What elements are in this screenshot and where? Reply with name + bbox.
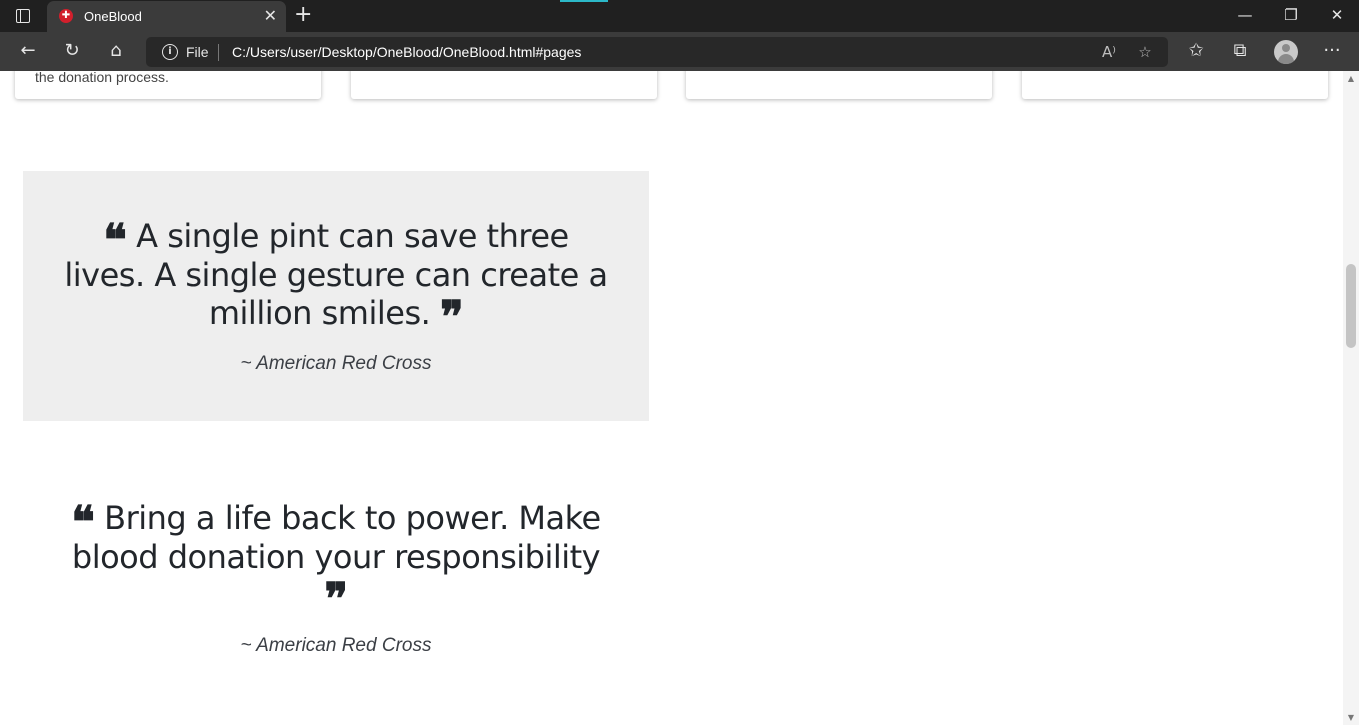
new-tab-icon[interactable]: +	[294, 4, 312, 26]
close-quote-icon: ❞	[439, 292, 464, 343]
scroll-up-icon[interactable]: ▲	[1343, 74, 1359, 83]
quote-card: ❝ A single pint can save three lives. A …	[23, 171, 649, 421]
info-card	[686, 71, 992, 99]
restore-icon[interactable]: ❐	[1281, 5, 1301, 25]
back-icon[interactable]: ←	[16, 40, 40, 62]
tab-actions-icon[interactable]	[14, 7, 32, 25]
more-options-icon[interactable]: ···	[1320, 40, 1344, 62]
quote-body: Bring a life back to power. Make blood d…	[71, 499, 601, 576]
minimize-icon[interactable]: —	[1235, 5, 1255, 25]
page-viewport: the donation process. ❝ A single pint ca…	[0, 71, 1343, 725]
drag-region-indicator	[560, 0, 608, 2]
vertical-scrollbar[interactable]: ▲ ▼	[1343, 71, 1359, 725]
quote-card: ❝ Bring a life back to power. Make blood…	[23, 499, 649, 656]
profile-avatar[interactable]	[1274, 40, 1298, 64]
info-card	[1022, 71, 1328, 99]
quote-author: ~ American Red Cross	[240, 635, 432, 656]
home-icon[interactable]: ⌂	[104, 40, 128, 62]
card-text: the donation process.	[35, 71, 169, 85]
address-divider	[218, 44, 219, 61]
refresh-icon[interactable]: ↻	[60, 40, 84, 62]
quote-author: ~ American Red Cross	[240, 353, 432, 374]
tab-actions-divider	[16, 9, 21, 23]
tab-title: OneBlood	[84, 9, 142, 24]
avatar-body	[1278, 54, 1294, 64]
site-info-icon[interactable]: i	[162, 44, 178, 60]
avatar-head	[1282, 44, 1290, 52]
scheme-label[interactable]: File	[186, 44, 209, 60]
quote-text: ❝ A single pint can save three lives. A …	[63, 217, 609, 340]
close-quote-icon: ❞	[324, 574, 348, 625]
address-bar[interactable]: i File C:/Users/user/Desktop/OneBlood/On…	[146, 37, 1168, 67]
add-favorite-icon[interactable]: ☆	[1134, 42, 1156, 62]
browser-tab[interactable]: ✚ OneBlood ✕	[47, 1, 286, 32]
scroll-down-icon[interactable]: ▼	[1343, 713, 1359, 722]
favorites-icon[interactable]: ✩	[1184, 40, 1208, 62]
quote-text: ❝ Bring a life back to power. Make blood…	[63, 499, 609, 622]
navigation-bar: ← ↻ ⌂ i File C:/Users/user/Desktop/OneBl…	[0, 32, 1359, 71]
collections-icon[interactable]: ⧉	[1228, 40, 1252, 62]
oneblood-favicon-icon: ✚	[59, 9, 73, 23]
scroll-thumb[interactable]	[1346, 264, 1356, 348]
info-card	[351, 71, 657, 99]
info-card: the donation process.	[15, 71, 321, 99]
close-tab-icon[interactable]: ✕	[264, 7, 277, 25]
title-bar: ✚ OneBlood ✕ + — ❐ ✕	[0, 0, 1359, 32]
read-aloud-icon[interactable]: A⁾	[1098, 42, 1120, 62]
close-window-icon[interactable]: ✕	[1327, 5, 1347, 25]
quote-body: A single pint can save three lives. A si…	[64, 217, 608, 332]
url-text[interactable]: C:/Users/user/Desktop/OneBlood/OneBlood.…	[232, 44, 581, 60]
